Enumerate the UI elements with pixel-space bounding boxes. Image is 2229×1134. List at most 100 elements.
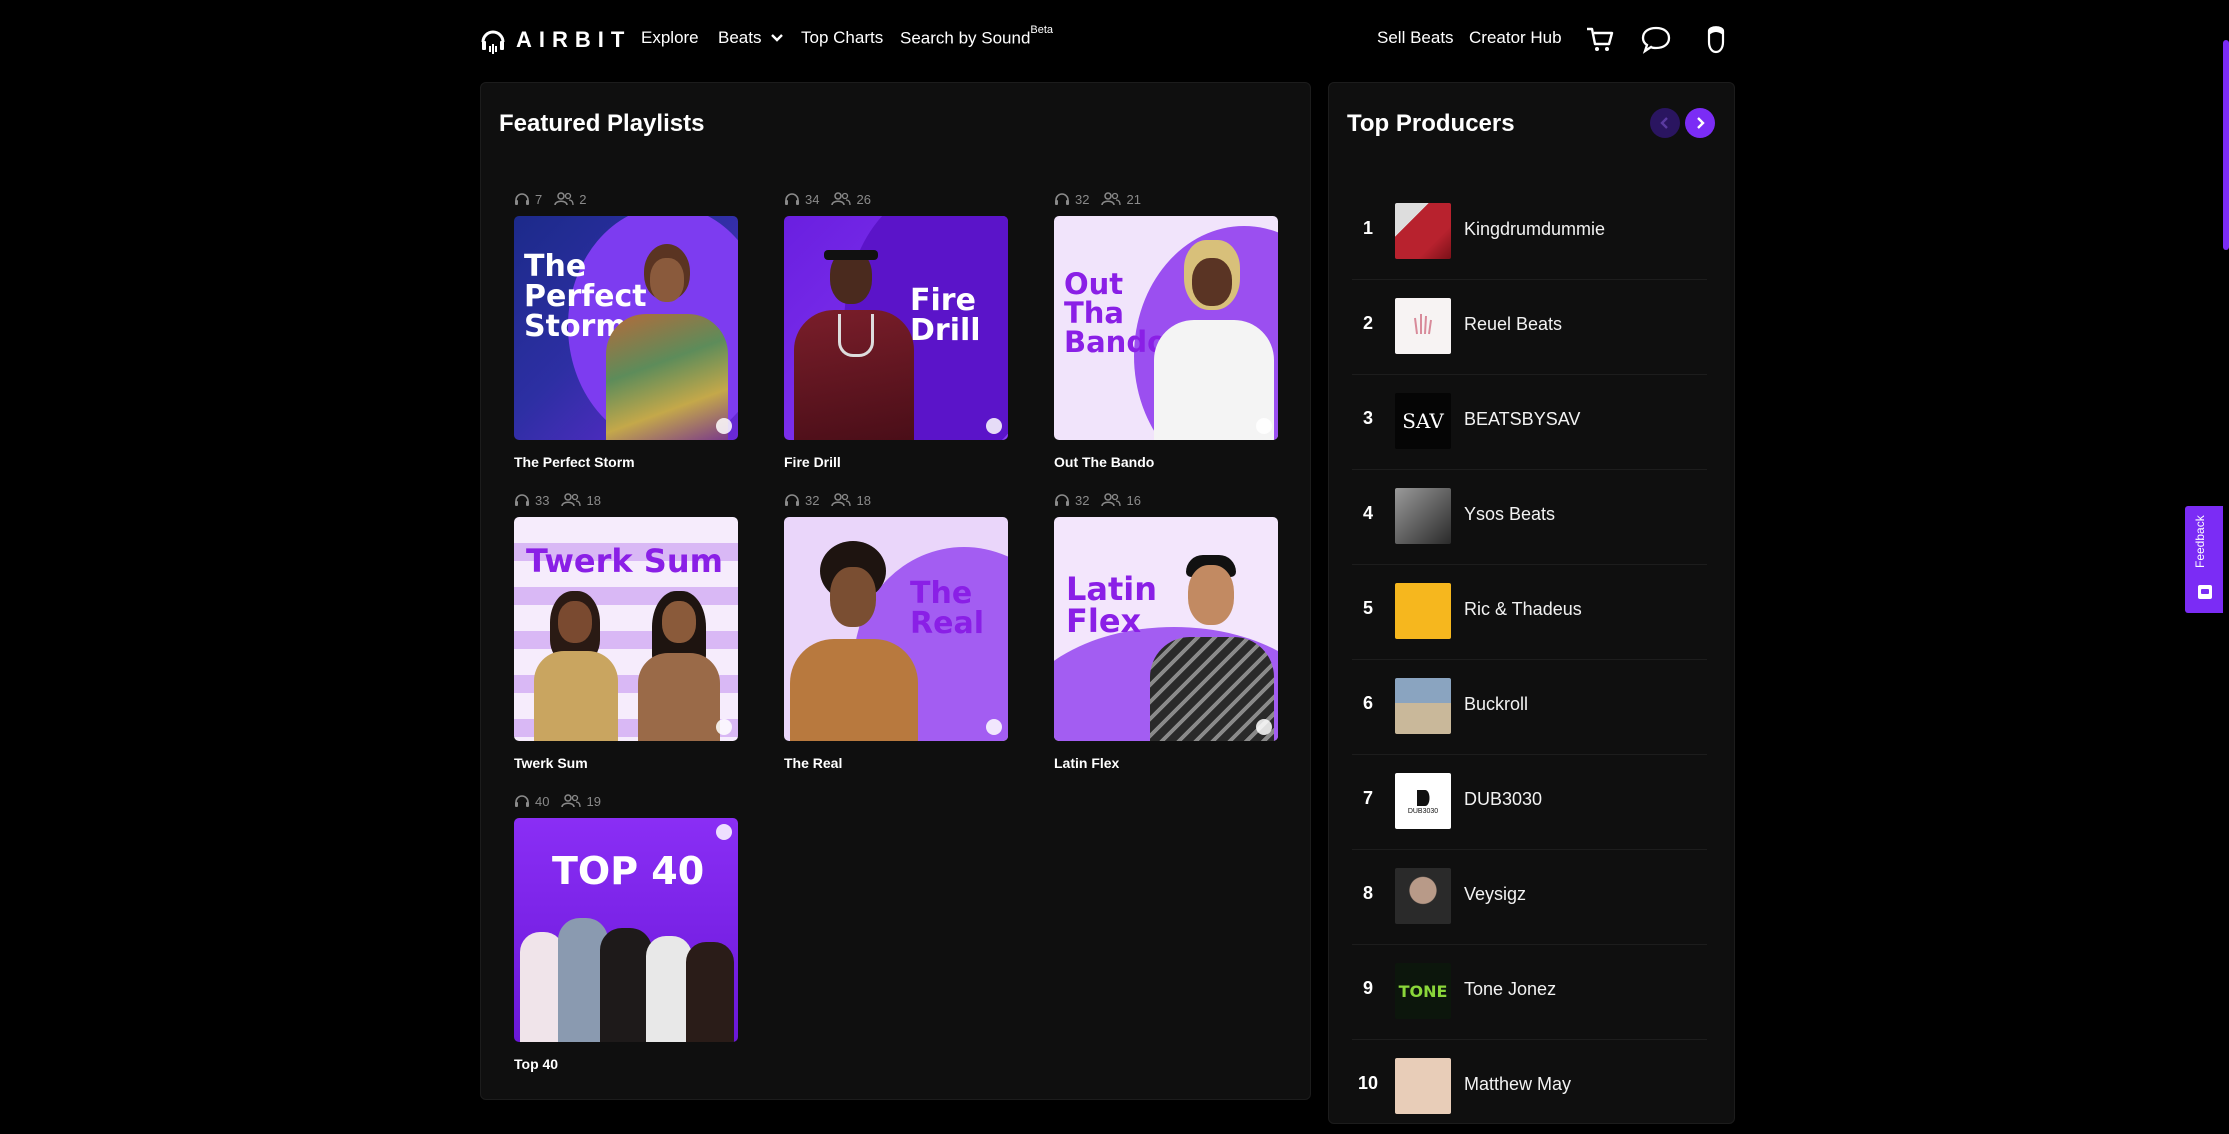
playlist-cover[interactable]: Twerk Sum	[514, 517, 738, 741]
playlist-stats: 32 18	[784, 491, 1008, 509]
playlist-name[interactable]: Latin Flex	[1054, 755, 1278, 771]
playlist-name[interactable]: Twerk Sum	[514, 755, 738, 771]
producer-row[interactable]: 8 Veysigz	[1352, 849, 1707, 945]
producer-name[interactable]: DUB3030	[1464, 789, 1542, 810]
avatar-text: TONE	[1398, 981, 1448, 1001]
producer-row[interactable]: 10 Matthew May	[1352, 1039, 1707, 1134]
producer-name[interactable]: Buckroll	[1464, 694, 1528, 715]
producer-rank: 7	[1362, 788, 1373, 808]
nav-beats[interactable]: Beats	[718, 28, 784, 48]
avatar	[1395, 298, 1451, 354]
producer-row[interactable]: 6 Buckroll	[1352, 659, 1707, 755]
producer-name[interactable]: Ysos Beats	[1464, 504, 1555, 525]
headphones-icon	[1055, 193, 1069, 205]
cover-title: Fire Drill	[910, 283, 981, 348]
producer-rank: 2	[1362, 313, 1373, 333]
nav-search-by-sound[interactable]: Search by SoundBeta	[900, 24, 1053, 49]
producer-row[interactable]: 5 Ric & Thadeus	[1352, 564, 1707, 660]
playlist-card[interactable]: 34 26 Fire Drill Fire Drill	[784, 190, 1008, 470]
plays-count: 7	[535, 191, 543, 207]
nav-explore[interactable]: Explore	[641, 28, 699, 48]
producer-row[interactable]: 2 Reuel Beats	[1352, 279, 1707, 375]
headphones-icon	[515, 193, 529, 205]
beta-badge: Beta	[1030, 24, 1054, 36]
user-icon[interactable]	[1700, 22, 1732, 56]
avatar	[1395, 868, 1451, 924]
followers-icon	[831, 493, 852, 507]
producer-row[interactable]: 1 Kingdrumdummie	[1352, 184, 1707, 280]
airbit-badge-icon	[1256, 719, 1272, 735]
headphones-icon	[785, 494, 799, 506]
feedback-icon	[2198, 585, 2212, 599]
airbit-logo-icon	[481, 30, 505, 54]
playlist-name[interactable]: Top 40	[514, 1056, 738, 1072]
airbit-badge-icon	[986, 719, 1002, 735]
plays-count: 32	[1075, 492, 1090, 508]
playlist-cover[interactable]: Fire Drill	[784, 216, 1008, 440]
playlist-cover[interactable]: The Perfect Storm	[514, 216, 738, 440]
avatar	[1395, 488, 1451, 544]
airbit-badge-icon	[716, 719, 732, 735]
feedback-tab[interactable]: Feedback	[2185, 506, 2223, 613]
playlist-stats: 7 2	[514, 190, 738, 208]
producer-row[interactable]: 4 Ysos Beats	[1352, 469, 1707, 565]
avatar: SAV	[1395, 393, 1451, 449]
nav-sell-beats[interactable]: Sell Beats	[1377, 28, 1454, 48]
producer-name[interactable]: Kingdrumdummie	[1464, 219, 1605, 240]
producer-name[interactable]: Reuel Beats	[1464, 314, 1562, 335]
playlist-card[interactable]: 33 18 Twerk Sum Twerk Sum	[514, 491, 738, 771]
playlist-cover[interactable]: Out Tha Bando	[1054, 216, 1278, 440]
plays-count: 40	[535, 793, 550, 809]
nav-search-by-sound-label: Search by Sound	[900, 28, 1031, 48]
airbit-badge-icon	[986, 418, 1002, 434]
producer-row[interactable]: 3 SAV BEATSBYSAV	[1352, 374, 1707, 470]
playlist-stats: 32 21	[1054, 190, 1278, 208]
prev-button[interactable]	[1650, 108, 1680, 138]
playlist-cover[interactable]: Latin Flex	[1054, 517, 1278, 741]
producer-row[interactable]: 9 TONE Tone Jonez	[1352, 944, 1707, 1040]
producer-name[interactable]: Ric & Thadeus	[1464, 599, 1582, 620]
producer-name[interactable]: Tone Jonez	[1464, 979, 1556, 1000]
nav-top-charts[interactable]: Top Charts	[801, 28, 883, 48]
playlist-card[interactable]: 32 16 Latin Flex Latin Flex	[1054, 491, 1278, 771]
headphones-icon	[1055, 494, 1069, 506]
followers-count: 18	[856, 492, 871, 508]
producer-name[interactable]: Veysigz	[1464, 884, 1526, 905]
airbit-logo[interactable]: AIRBIT	[480, 22, 631, 58]
playlist-name[interactable]: Fire Drill	[784, 454, 1008, 470]
nav-beats-label: Beats	[718, 28, 762, 47]
followers-count: 26	[856, 191, 871, 207]
cover-title: Out Tha Bando	[1064, 267, 1168, 359]
playlist-name[interactable]: The Real	[784, 755, 1008, 771]
playlist-card[interactable]: 32 18 The Real The Real	[784, 491, 1008, 771]
plays-count: 33	[535, 492, 550, 508]
featured-playlists-title: Featured Playlists	[499, 110, 705, 137]
page-scrollbar[interactable]	[2223, 40, 2229, 250]
nav-creator-hub[interactable]: Creator Hub	[1469, 28, 1562, 48]
producer-name[interactable]: Matthew May	[1464, 1074, 1571, 1095]
avatar: DUB3030	[1395, 773, 1451, 829]
cover-title: Twerk Sum	[526, 542, 723, 580]
chat-icon[interactable]	[1640, 22, 1672, 56]
playlist-cover[interactable]: The Real	[784, 517, 1008, 741]
cart-icon[interactable]	[1584, 22, 1616, 56]
followers-icon	[1101, 493, 1122, 507]
producer-row[interactable]: 7 DUB3030 DUB3030	[1352, 754, 1707, 850]
playlist-card[interactable]: 7 2 The Perfect Storm The Perfect Storm	[514, 190, 738, 470]
cover-artist-image	[606, 244, 728, 440]
producer-rank: 5	[1362, 598, 1373, 618]
playlist-name[interactable]: Out The Bando	[1054, 454, 1278, 470]
playlist-name[interactable]: The Perfect Storm	[514, 454, 738, 470]
playlist-card[interactable]: 32 21 Out Tha Bando Out The Bando	[1054, 190, 1278, 470]
avatar-text: DUB3030	[1407, 807, 1439, 815]
producer-rank: 9	[1362, 978, 1373, 998]
logo-text: AIRBIT	[516, 27, 632, 52]
cover-title: The Real	[910, 576, 984, 641]
playlist-stats: 32 16	[1054, 491, 1278, 509]
airbit-badge-icon	[716, 418, 732, 434]
producer-rank: 1	[1362, 218, 1373, 238]
playlist-card[interactable]: 40 19 TOP 40 Top 40	[514, 792, 738, 1072]
next-button[interactable]	[1685, 108, 1715, 138]
producer-name[interactable]: BEATSBYSAV	[1464, 409, 1580, 430]
playlist-cover[interactable]: TOP 40	[514, 818, 738, 1042]
